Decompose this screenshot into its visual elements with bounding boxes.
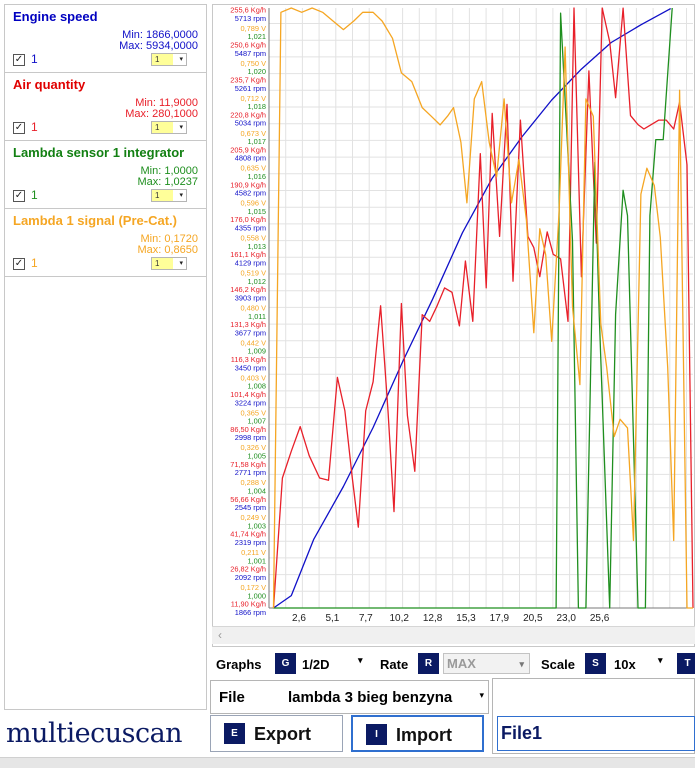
signal-checkbox[interactable]: ✓ [13,122,25,134]
signal-axis-value: 1 [152,122,173,133]
chevron-down-icon: ▾ [179,124,183,131]
x-tick-label: 7,7 [359,613,373,624]
y-tick-label-rpm: 2092 rpm [235,573,266,582]
graphs-label: Graphs [216,657,262,672]
signal-axis-value: 1 [152,258,173,269]
x-tick-label: 2,6 [292,613,306,624]
signal-axis-dropdown[interactable]: 1 ▾ [151,257,187,270]
x-tick-label: 17,9 [490,613,510,624]
x-tick-label: 5,1 [325,613,339,624]
y-tick-label-rpm: 5487 rpm [235,49,266,58]
chart-panel[interactable]: 0,827 V1,022255,6 Kg/h5713 rpm0,789 V1,0… [212,4,695,647]
x-tick-label: 10,2 [389,613,409,624]
signal-max: Max: 1,0237 [137,176,198,188]
y-tick-label-rpm: 5713 rpm [235,14,266,23]
x-tick-label: 20,5 [523,613,543,624]
y-tick-label-rpm: 3903 rpm [235,293,266,302]
file-label: File [219,689,245,706]
signal-list-panel: Engine speed Min: 1866,0000 Max: 5934,00… [4,4,207,710]
import-button[interactable]: I Import [351,715,484,752]
signal-checkbox[interactable]: ✓ [13,258,25,270]
chevron-down-icon[interactable]: ▾ [658,655,663,666]
chevron-down-icon[interactable]: ▾ [479,690,484,701]
import-label: Import [396,725,452,745]
export-button[interactable]: E Export [210,715,343,752]
signal-checkbox[interactable]: ✓ [13,54,25,66]
export-key-badge: E [224,723,245,744]
signal-item-engine-speed[interactable]: Engine speed Min: 1866,0000 Max: 5934,00… [5,5,206,73]
signal-name: Air quantity [13,77,86,92]
x-tick-label: 12,8 [423,613,443,624]
signal-index: 1 [31,188,38,202]
y-tick-label-rpm: 3677 rpm [235,328,266,337]
signal-axis-dropdown[interactable]: 1 ▾ [151,189,187,202]
rate-select[interactable]: MAX ▾ [443,653,530,674]
horizontal-scrollbar[interactable]: ‹ [212,626,695,644]
graphs-key-badge: G [275,653,296,674]
scale-label: Scale [541,657,575,672]
status-strip [0,757,695,768]
scale-value[interactable]: 10x [614,657,636,672]
rate-key-badge: R [418,653,439,674]
signal-max: Max: 5934,0000 [119,40,198,52]
y-tick-label-rpm: 2545 rpm [235,503,266,512]
chevron-down-icon: ▾ [179,192,183,199]
export-label: Export [254,724,312,744]
y-tick-label-rpm: 2319 rpm [235,538,266,547]
signal-max: Max: 280,1000 [125,108,198,120]
y-tick-label-rpm: 3450 rpm [235,363,266,372]
chevron-down-icon: ▾ [179,56,183,63]
app-logo: multiecuscan [6,718,183,749]
rate-value: MAX [447,656,476,671]
y-tick-label-rpm: 4582 rpm [235,189,266,198]
signal-item-lambda-signal[interactable]: Lambda 1 signal (Pre-Cat.) Min: 0,1720 M… [5,209,206,277]
x-tick-label: 15,3 [456,613,476,624]
signal-item-lambda-integrator[interactable]: Lambda sensor 1 integrator Min: 1,0000 M… [5,141,206,209]
graph-toolbar: Graphs G 1/2D ▾ Rate R MAX ▾ Scale S 10x… [212,651,695,677]
signal-item-air-quantity[interactable]: Air quantity Min: 11,9000 Max: 280,1000 … [5,73,206,141]
y-tick-label-rpm: 4129 rpm [235,258,266,267]
signal-name: Engine speed [13,9,98,24]
chevron-down-icon: ▾ [519,659,524,669]
y-tick-label-rpm: 4808 rpm [235,154,266,163]
import-key-badge: I [366,724,387,745]
signal-index: 1 [31,52,38,66]
signal-axis-dropdown[interactable]: 1 ▾ [151,121,187,134]
signal-index: 1 [31,120,38,134]
y-tick-label-rpm: 2998 rpm [235,433,266,442]
y-tick-label-rpm: 1866 rpm [235,608,266,617]
graphs-value[interactable]: 1/2D [302,657,329,672]
y-tick-label-rpm: 4355 rpm [235,224,266,233]
signal-chart: 0,827 V1,022255,6 Kg/h5713 rpm0,789 V1,0… [230,5,694,624]
chevron-down-icon[interactable]: ▾ [358,655,363,666]
y-tick-label-rpm: 5261 rpm [235,84,266,93]
signal-name: Lambda 1 signal (Pre-Cat.) [13,213,177,228]
signal-name: Lambda sensor 1 integrator [13,145,185,160]
signal-index: 1 [31,256,38,270]
signal-axis-dropdown[interactable]: 1 ▾ [151,53,187,66]
rate-label: Rate [380,657,409,672]
t-key-badge[interactable]: T [677,653,695,674]
file1-text: File1 [501,723,543,743]
y-tick-label-rpm: 2771 rpm [235,468,266,477]
chevron-down-icon: ▾ [179,260,183,267]
signal-axis-value: 1 [152,54,173,65]
y-tick-label-rpm: 5034 rpm [235,119,266,128]
file-selector[interactable]: File lambda 3 bieg benzyna ▾ [210,680,489,714]
y-tick-label-rpm: 3224 rpm [235,398,266,407]
signal-max: Max: 0,8650 [137,244,198,256]
signal-axis-value: 1 [152,190,173,201]
signal-checkbox[interactable]: ✓ [13,190,25,202]
scale-key-badge: S [585,653,606,674]
x-tick-label: 23,0 [556,613,576,624]
file1-field[interactable]: File1 [497,716,695,751]
file-name: lambda 3 bieg benzyna [288,689,453,706]
x-tick-label: 25,6 [590,613,610,624]
scroll-left-icon[interactable]: ‹ [218,628,222,642]
